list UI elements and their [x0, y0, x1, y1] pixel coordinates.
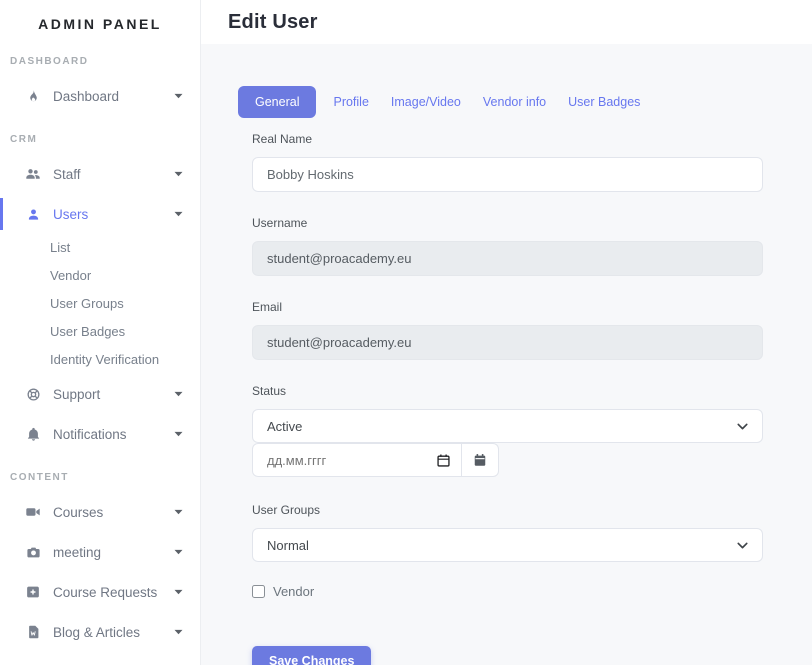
sidebar-section-crm: CRM	[0, 134, 200, 146]
tab-image-video[interactable]: Image/Video	[386, 95, 466, 109]
sidebar-nav: DASHBOARD Dashboard CRM Staff Users ListVendo…	[0, 56, 200, 665]
sidebar-section-content: CONTENT	[0, 472, 200, 484]
email-field: Email student@proacademy.eu	[252, 300, 763, 360]
vendor-checkbox-label: Vendor	[273, 584, 314, 599]
sidebar-item-label: Users	[53, 207, 174, 222]
brand-title: ADMIN PANEL	[0, 0, 200, 38]
users-icon	[25, 166, 41, 182]
sidebar-subitem-user-badges[interactable]: User Badges	[0, 318, 200, 346]
bell-icon	[25, 426, 41, 442]
sidebar-item-label: Notifications	[53, 427, 174, 442]
sidebar-item-dashboard[interactable]: Dashboard	[0, 76, 200, 116]
content: General Profile Image/Video Vendor info User…	[201, 44, 812, 665]
fire-icon	[25, 88, 41, 104]
tab-bar: General Profile Image/Video Vendor info User…	[238, 86, 812, 117]
sidebar-item-label: Blog & Articles	[53, 625, 174, 640]
user-groups-field: User Groups Normal	[252, 503, 763, 562]
vendor-checkbox[interactable]	[252, 585, 265, 598]
plus-square-icon	[25, 584, 41, 600]
user-groups-selected-value: Normal	[267, 538, 309, 553]
tab-profile[interactable]: Profile	[328, 95, 373, 109]
real-name-input[interactable]: Bobby Hoskins	[252, 157, 763, 192]
camera-icon	[25, 544, 41, 560]
tab-general[interactable]: General	[238, 86, 316, 118]
caret-down-icon	[174, 589, 183, 595]
username-value: student@proacademy.eu	[267, 251, 412, 266]
caret-down-icon	[174, 509, 183, 515]
banned-date-placeholder: дд.мм.гггг	[267, 453, 326, 468]
email-input: student@proacademy.eu	[252, 325, 763, 360]
username-input: student@proacademy.eu	[252, 241, 763, 276]
caret-down-icon	[174, 549, 183, 555]
sidebar-item-support[interactable]: Support	[0, 374, 200, 414]
calendar-picker-button[interactable]	[461, 443, 499, 477]
sidebar-item-course-requests[interactable]: Course Requests	[0, 572, 200, 612]
real-name-value: Bobby Hoskins	[267, 167, 354, 182]
caret-down-icon	[174, 93, 183, 99]
sidebar-item-channels[interactable]: Channels	[0, 652, 200, 665]
real-name-field: Real Name Bobby Hoskins	[252, 132, 763, 192]
sidebar-section-dashboard: DASHBOARD	[0, 56, 200, 68]
username-label: Username	[252, 216, 763, 230]
real-name-label: Real Name	[252, 132, 763, 146]
status-select[interactable]: Active	[252, 409, 763, 443]
sidebar-item-label: Staff	[53, 167, 174, 182]
user-icon	[25, 206, 41, 222]
sidebar: ADMIN PANEL DASHBOARD Dashboard CRM Staff Us…	[0, 0, 201, 665]
vendor-checkbox-row[interactable]: Vendor	[252, 584, 763, 599]
sidebar-subitem-user-groups[interactable]: User Groups	[0, 290, 200, 318]
edit-user-form: Real Name Bobby Hoskins Username student…	[252, 132, 763, 665]
status-selected-value: Active	[267, 419, 302, 434]
username-field: Username student@proacademy.eu	[252, 216, 763, 276]
sidebar-item-notifications[interactable]: Notifications	[0, 414, 200, 454]
chevron-down-icon	[735, 419, 750, 434]
banned-date-row: дд.мм.гггг	[252, 443, 763, 477]
main-area: Edit User General Profile Image/Video Vendo…	[201, 0, 812, 665]
sidebar-subitem-identity-verification[interactable]: Identity Verification	[0, 346, 200, 374]
user-groups-label: User Groups	[252, 503, 763, 517]
sidebar-item-label: Course Requests	[53, 585, 174, 600]
sidebar-item-users[interactable]: Users	[0, 194, 200, 234]
caret-down-icon	[174, 171, 183, 177]
status-label: Status	[252, 384, 763, 398]
sidebar-item-label: Dashboard	[53, 89, 174, 104]
video-icon	[25, 504, 41, 520]
calendar-solid-icon	[473, 453, 487, 467]
save-changes-button[interactable]: Save Changes	[252, 646, 371, 665]
caret-down-icon	[174, 211, 183, 217]
sidebar-item-staff[interactable]: Staff	[0, 154, 200, 194]
sidebar-item-label: Support	[53, 387, 174, 402]
life-ring-icon	[25, 386, 41, 402]
calendar-outline-icon[interactable]	[436, 453, 451, 468]
email-label: Email	[252, 300, 763, 314]
chevron-down-icon	[735, 538, 750, 553]
sidebar-item-label: Courses	[53, 505, 174, 520]
email-value: student@proacademy.eu	[267, 335, 412, 350]
user-groups-select[interactable]: Normal	[252, 528, 763, 562]
sidebar-subitem-vendor[interactable]: Vendor	[0, 262, 200, 290]
sidebar-item-meeting[interactable]: meeting	[0, 532, 200, 572]
banned-date-input[interactable]: дд.мм.гггг	[252, 443, 462, 477]
sidebar-item-label: meeting	[53, 545, 174, 560]
tab-vendor-info[interactable]: Vendor info	[478, 95, 551, 109]
caret-down-icon	[174, 391, 183, 397]
status-field: Status Active дд.мм.гггг	[252, 384, 763, 477]
topbar: Edit User	[201, 0, 812, 44]
file-word-icon	[25, 624, 41, 640]
caret-down-icon	[174, 431, 183, 437]
sidebar-subitem-list[interactable]: List	[0, 234, 200, 262]
sidebar-item-courses[interactable]: Courses	[0, 492, 200, 532]
sidebar-item-blog-articles[interactable]: Blog & Articles	[0, 612, 200, 652]
tab-user-badges[interactable]: User Badges	[563, 95, 645, 109]
caret-down-icon	[174, 629, 183, 635]
page-title: Edit User	[228, 11, 318, 34]
